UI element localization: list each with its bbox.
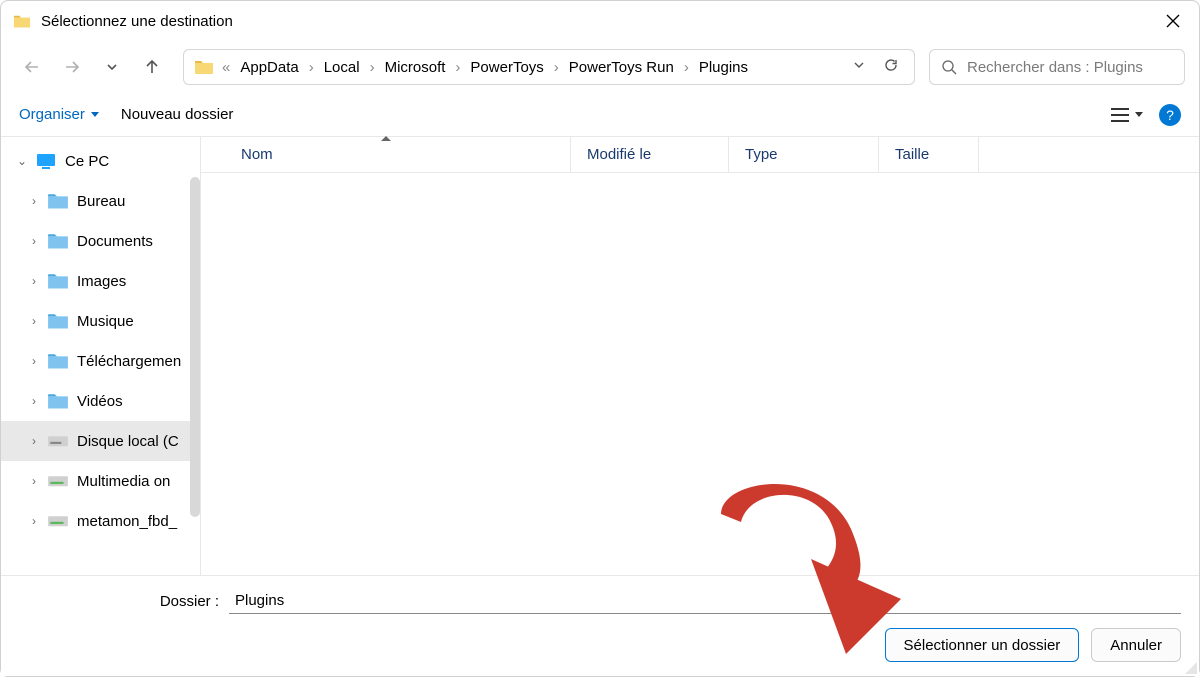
chevron-down-icon: [1135, 112, 1143, 117]
window-folder-icon: [13, 14, 31, 28]
chevron-right-icon: ›: [27, 234, 41, 248]
chevron-right-icon: ›: [27, 434, 41, 448]
network-drive-icon: [47, 470, 69, 492]
tree-item-label: Documents: [77, 233, 153, 250]
new-folder-button[interactable]: Nouveau dossier: [121, 106, 234, 123]
tree-item[interactable]: › Téléchargemen: [1, 341, 200, 381]
breadcrumb-item[interactable]: Microsoft: [379, 55, 452, 80]
tree-item-label: metamon_fbd_: [77, 513, 177, 530]
tree-item-label: Disque local (C: [77, 433, 179, 450]
tree-item[interactable]: › Images: [1, 261, 200, 301]
column-header-type[interactable]: Type: [729, 137, 879, 172]
search-icon: [942, 60, 957, 75]
address-dropdown-button[interactable]: [852, 58, 866, 77]
breadcrumb-item[interactable]: AppData: [234, 55, 304, 80]
sort-ascending-icon: [381, 136, 391, 141]
file-list-area[interactable]: [201, 173, 1199, 575]
chevron-right-icon: ›: [27, 194, 41, 208]
column-header-size[interactable]: Taille: [879, 137, 979, 172]
breadcrumb-item[interactable]: PowerToys: [464, 55, 549, 80]
organize-menu[interactable]: Organiser: [19, 106, 99, 123]
chevron-right-icon: ›: [27, 514, 41, 528]
close-button[interactable]: [1159, 7, 1187, 35]
forward-button[interactable]: [55, 50, 89, 84]
chevron-down-icon: [91, 112, 99, 117]
breadcrumb-prefix: «: [220, 59, 232, 76]
search-input[interactable]: [967, 59, 1172, 76]
tree-item-label: Musique: [77, 313, 134, 330]
address-folder-icon: [194, 59, 214, 75]
tree-item[interactable]: › Vidéos: [1, 381, 200, 421]
folder-name-input[interactable]: [229, 588, 1181, 614]
chevron-right-icon: ›: [27, 394, 41, 408]
up-button[interactable]: [135, 50, 169, 84]
tree-item[interactable]: › Documents: [1, 221, 200, 261]
folder-icon: [47, 390, 69, 412]
folder-field-label: Dossier :: [19, 593, 219, 610]
tree-item[interactable]: › Bureau: [1, 181, 200, 221]
select-folder-button[interactable]: Sélectionner un dossier: [885, 628, 1080, 662]
tree-item[interactable]: › Disque local (C: [1, 421, 200, 461]
list-view-icon: [1111, 108, 1129, 122]
folder-icon: [47, 270, 69, 292]
tree-item-label: Multimedia on: [77, 473, 170, 490]
cancel-button[interactable]: Annuler: [1091, 628, 1181, 662]
help-button[interactable]: ?: [1159, 104, 1181, 126]
resize-grip[interactable]: [1183, 660, 1197, 674]
search-box[interactable]: [929, 49, 1185, 85]
breadcrumb-item[interactable]: Plugins: [693, 55, 754, 80]
column-header-name[interactable]: Nom: [201, 137, 571, 172]
network-drive-icon: [47, 510, 69, 532]
folder-icon: [47, 310, 69, 332]
tree-item-label: Téléchargemen: [77, 353, 181, 370]
view-options-button[interactable]: [1111, 108, 1143, 122]
chevron-right-icon: ›: [27, 314, 41, 328]
back-button[interactable]: [15, 50, 49, 84]
tree-item[interactable]: › Multimedia on: [1, 461, 200, 501]
tree-item-label: Vidéos: [77, 393, 123, 410]
breadcrumb-item[interactable]: Local: [318, 55, 366, 80]
tree-item[interactable]: › Musique: [1, 301, 200, 341]
folder-icon: [47, 350, 69, 372]
tree-item[interactable]: › metamon_fbd_: [1, 501, 200, 541]
chevron-right-icon: ›: [27, 354, 41, 368]
recent-locations-button[interactable]: [95, 50, 129, 84]
sidebar-scrollbar[interactable]: [190, 177, 200, 517]
breadcrumb-item[interactable]: PowerToys Run: [563, 55, 680, 80]
chevron-down-icon: ⌄: [15, 154, 29, 168]
refresh-button[interactable]: [884, 58, 898, 77]
address-bar[interactable]: « AppData› Local› Microsoft› PowerToys› …: [183, 49, 915, 85]
navigation-tree[interactable]: ⌄ Ce PC › Bureau › Documents › Images › Musique…: [1, 137, 201, 575]
drive-icon: [47, 430, 69, 452]
chevron-right-icon: ›: [27, 474, 41, 488]
tree-item-label: Images: [77, 273, 126, 290]
pc-icon: [35, 150, 57, 172]
folder-icon: [47, 230, 69, 252]
chevron-right-icon: ›: [27, 274, 41, 288]
folder-icon: [47, 190, 69, 212]
tree-item-this-pc[interactable]: ⌄ Ce PC: [1, 141, 200, 181]
window-title: Sélectionnez une destination: [41, 13, 1159, 30]
column-header-modified[interactable]: Modifié le: [571, 137, 729, 172]
tree-item-label: Bureau: [77, 193, 125, 210]
